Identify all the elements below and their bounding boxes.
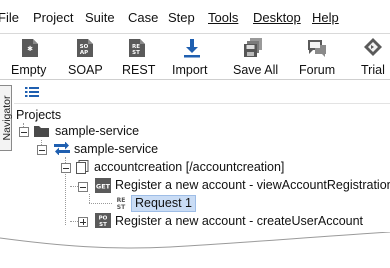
svg-text:PO: PO (99, 216, 108, 222)
forum-label: Forum (299, 63, 336, 77)
import-label: Import (172, 63, 208, 77)
collapse-all-icon[interactable] (25, 86, 39, 98)
svg-text:✱: ✱ (27, 45, 33, 53)
save-all-icon (244, 38, 262, 57)
soap-project-icon: SO AP (77, 39, 93, 57)
menu-file[interactable]: File (0, 10, 19, 26)
tree-guide (89, 203, 112, 204)
project-folder-icon (34, 126, 49, 137)
svg-text:ST: ST (132, 50, 140, 56)
soap-label: SOAP (68, 63, 103, 77)
tree-expand-toggle[interactable] (78, 217, 88, 227)
tree-root-projects[interactable]: Projects (16, 108, 61, 123)
svg-text:ST: ST (117, 204, 126, 210)
forum-button[interactable]: Forum (296, 34, 340, 80)
import-icon (184, 39, 200, 58)
svg-text:RE: RE (117, 197, 126, 204)
tree-collapse-toggle[interactable] (19, 127, 29, 137)
tree-resource-node[interactable]: accountcreation [/accountcreation] (94, 160, 284, 175)
svg-text:AP: AP (80, 50, 88, 56)
tree-guide (89, 194, 90, 203)
get-method-icon: GET (95, 178, 111, 193)
resource-icon (76, 160, 89, 174)
tree-method-create-account[interactable]: Register a new account - createUserAccou… (115, 214, 363, 229)
import-button[interactable]: Import (170, 34, 214, 80)
rest-service-icon (54, 142, 70, 155)
empty-project-icon: ✱ (22, 39, 38, 57)
menu-help[interactable]: Help (312, 10, 339, 26)
menu-desktop[interactable]: Desktop (253, 10, 301, 26)
empty-label: Empty (11, 63, 47, 77)
trial-icon (364, 38, 382, 56)
menu-suite[interactable]: Suite (85, 10, 115, 26)
menu-project[interactable]: Project (33, 10, 73, 26)
rest-project-button[interactable]: RE ST REST (118, 34, 158, 80)
menu-case[interactable]: Case (128, 10, 158, 26)
svg-text:ST: ST (99, 222, 107, 228)
menu-bar: File Project Suite Case Step Tools Deskt… (0, 0, 390, 34)
forum-icon (308, 40, 326, 57)
torn-edge (0, 232, 390, 268)
trial-label: Trial (361, 63, 385, 77)
svg-text:GET: GET (96, 183, 111, 191)
main-toolbar: ✱ Empty SO AP SOAP RE ST REST Import Sav… (0, 34, 390, 80)
save-all-label: Save All (233, 63, 279, 77)
soap-project-button[interactable]: SO AP SOAP (66, 34, 106, 80)
tree-collapse-toggle[interactable] (61, 163, 71, 173)
tree-method-view-registration[interactable]: Register a new account - viewAccountRegi… (115, 178, 390, 193)
empty-project-button[interactable]: ✱ Empty (8, 34, 52, 80)
save-all-button[interactable]: Save All (230, 34, 278, 80)
rest-label: REST (122, 63, 156, 77)
post-method-icon: PO ST (95, 213, 111, 228)
navigator-tab[interactable]: Navigator (0, 85, 13, 151)
tree-collapse-toggle[interactable] (78, 182, 88, 192)
tree-service-node[interactable]: sample-service (74, 142, 158, 157)
tree-collapse-toggle[interactable] (37, 145, 47, 155)
menu-step[interactable]: Step (168, 10, 195, 26)
navigator-divider (14, 103, 390, 104)
tree-project-node[interactable]: sample-service (55, 124, 139, 139)
rest-project-icon: RE ST (129, 39, 145, 57)
trial-button[interactable]: Trial (356, 34, 390, 80)
navigator-tab-label: Navigator (1, 95, 13, 141)
tree-request-node[interactable]: Request 1 (131, 195, 196, 212)
menu-tools[interactable]: Tools (208, 10, 238, 26)
rest-request-icon: RE ST (117, 197, 126, 210)
